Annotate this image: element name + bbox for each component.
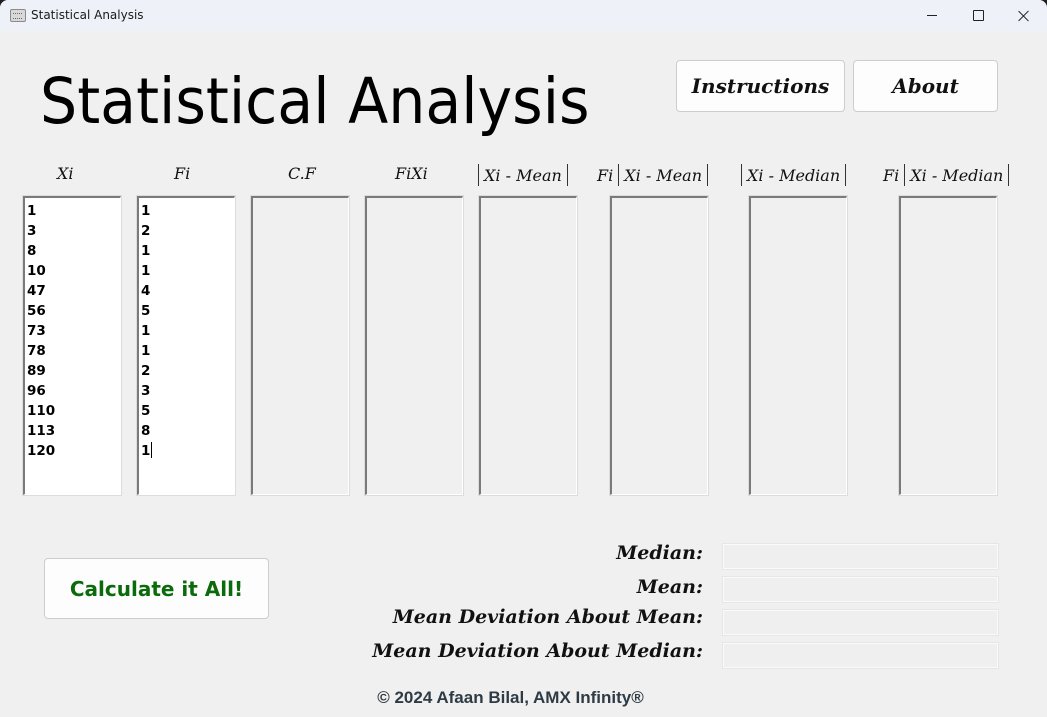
- fi-textbox[interactable]: 1 2 1 1 4 5 1 1 2 3 5 8 1: [136, 195, 236, 496]
- list-item: 113: [27, 423, 56, 439]
- footer: © 2024 Afaan Bilal, AMX Infinity®: [0, 688, 1047, 708]
- column-header-xi: Xi: [57, 164, 74, 183]
- list-item: 1: [141, 323, 151, 339]
- copyright-text: © 2024 Afaan Bilal, AMX Infinity®: [377, 688, 644, 707]
- mean-deviation-median-label: Mean Deviation About Median:: [372, 640, 703, 662]
- list-item: 120: [27, 443, 56, 459]
- minimize-button[interactable]: [909, 0, 955, 31]
- list-item: 1: [27, 203, 37, 219]
- absolute-bar: [566, 164, 568, 186]
- list-item: 1: [141, 263, 151, 279]
- column-header-fi-abs-xi-mean: Fi Xi - Mean: [597, 164, 713, 186]
- absolute-bar: [478, 164, 479, 186]
- column-header-fi: Fi: [174, 164, 190, 183]
- fi-abs-xi-median-textbox[interactable]: [898, 195, 998, 496]
- app-icon: [10, 9, 26, 22]
- column-header-label: C.F: [288, 164, 316, 183]
- column-header-abs-xi-mean: Xi - Mean: [473, 164, 573, 186]
- column-header-fixi: FiXi: [395, 164, 428, 183]
- minimize-icon: [927, 15, 937, 16]
- column-header-prefix: Fi: [883, 166, 900, 185]
- list-item: 10: [27, 263, 46, 279]
- list-item: 1: [141, 343, 151, 359]
- list-item: 96: [27, 383, 46, 399]
- list-item: 1: [141, 203, 151, 219]
- list-item: 4: [141, 283, 151, 299]
- close-button[interactable]: [1001, 0, 1047, 31]
- list-item: 1: [141, 243, 151, 259]
- mean-deviation-mean-label: Mean Deviation About Mean:: [392, 606, 703, 628]
- column-header-prefix: Fi: [597, 166, 614, 185]
- column-header-fi-abs-xi-median: Fi Xi - Median: [883, 164, 1014, 186]
- abs-xi-median-textbox[interactable]: [748, 195, 848, 496]
- calculate-button-label: Calculate it All!: [69, 576, 244, 601]
- fixi-textbox[interactable]: [364, 195, 464, 496]
- column-header-cf: C.F: [288, 164, 316, 183]
- list-item: 8: [141, 423, 151, 439]
- text-cursor: [151, 442, 153, 458]
- list-item: 110: [27, 403, 56, 419]
- window-title: Statistical Analysis: [31, 8, 144, 22]
- column-header-label: Xi - Median: [747, 166, 841, 185]
- absolute-bar: [741, 164, 742, 186]
- cf-textbox[interactable]: [250, 195, 350, 496]
- absolute-bar: [707, 164, 708, 186]
- fi-abs-xi-mean-textbox[interactable]: [609, 195, 709, 496]
- list-item: 2: [141, 363, 151, 379]
- mean-field[interactable]: [722, 576, 999, 603]
- absolute-bar: [618, 164, 620, 186]
- column-header-label: Xi - Mean: [624, 166, 702, 185]
- list-item: 8: [27, 243, 37, 259]
- maximize-button[interactable]: [955, 0, 1001, 31]
- column-header-label: Fi: [174, 164, 191, 183]
- column-header-label: Xi: [57, 164, 74, 183]
- column-header-label: Xi - Mean: [484, 166, 562, 185]
- column-header-label: Xi - Median: [910, 166, 1004, 185]
- list-item: 5: [141, 303, 151, 319]
- list-item: 47: [27, 283, 46, 299]
- list-item: 2: [141, 223, 151, 239]
- absolute-bar: [845, 164, 847, 186]
- list-item: 78: [27, 343, 46, 359]
- absolute-bar: [1008, 164, 1010, 186]
- maximize-icon: [972, 10, 984, 21]
- instructions-button[interactable]: Instructions: [676, 60, 845, 112]
- list-item: 3: [27, 223, 37, 239]
- absolute-bar: [904, 164, 906, 186]
- abs-xi-mean-textbox[interactable]: [478, 195, 578, 496]
- list-item: 56: [27, 303, 46, 319]
- list-item: 73: [27, 323, 46, 339]
- list-item: 1: [141, 442, 153, 459]
- about-button[interactable]: About: [853, 60, 998, 112]
- mean-label: Mean:: [636, 576, 703, 598]
- xi-textbox[interactable]: 1 3 8 10 47 56 73 78 89 96 110 113 120: [22, 195, 122, 496]
- instructions-button-label: Instructions: [691, 74, 830, 98]
- column-header-abs-xi-median: Xi - Median: [736, 164, 851, 186]
- mean-deviation-mean-field[interactable]: [722, 609, 999, 636]
- list-item: 89: [27, 363, 46, 379]
- mean-deviation-median-field[interactable]: [722, 642, 999, 669]
- title-bar: Statistical Analysis: [0, 0, 1047, 31]
- app-window: Statistical Analysis Statistical Analysi…: [0, 0, 1047, 717]
- median-field[interactable]: [722, 543, 999, 570]
- close-icon: [1018, 10, 1030, 22]
- column-header-label: FiXi: [395, 164, 428, 183]
- median-label: Median:: [616, 542, 703, 564]
- list-item: 3: [141, 383, 151, 399]
- about-button-label: About: [892, 74, 959, 98]
- list-item: 5: [141, 403, 151, 419]
- page-title: Statistical Analysis: [40, 65, 590, 138]
- calculate-button[interactable]: Calculate it All!: [44, 558, 269, 619]
